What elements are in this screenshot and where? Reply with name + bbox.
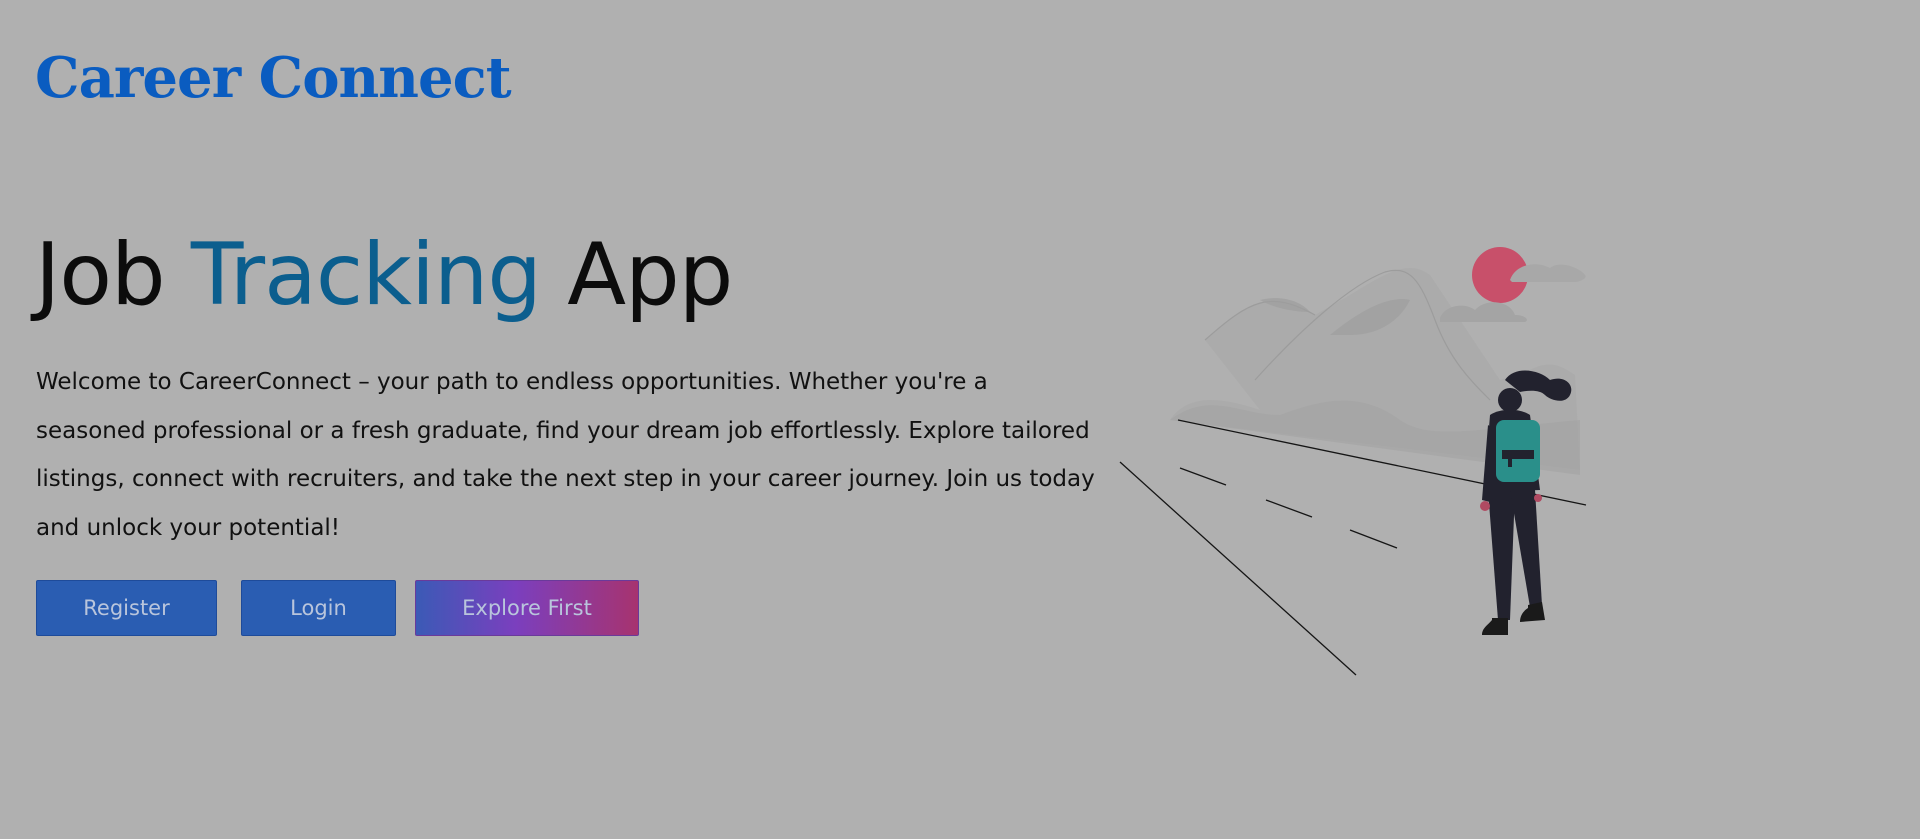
hiker-illustration (1119, 247, 1587, 676)
explore-first-button[interactable]: Explore First (415, 580, 639, 636)
action-buttons: Register Login Explore First (36, 580, 639, 636)
site-logo[interactable]: Career Connect (35, 45, 512, 111)
page-title: Job Tracking App (35, 220, 1095, 330)
title-accent: Tracking (190, 225, 542, 325)
login-button[interactable]: Login (241, 580, 396, 636)
title-part-1: Job (35, 225, 191, 325)
hero-description: Welcome to CareerConnect – your path to … (36, 369, 1095, 541)
hero-section: Job Tracking App Welcome to CareerConnec… (35, 220, 1095, 552)
landing-page: Career Connect Job Tracking App Welcome … (0, 0, 1920, 839)
title-part-2: App (540, 225, 733, 325)
cloud-graphic (1440, 302, 1527, 322)
register-button[interactable]: Register (36, 580, 217, 636)
